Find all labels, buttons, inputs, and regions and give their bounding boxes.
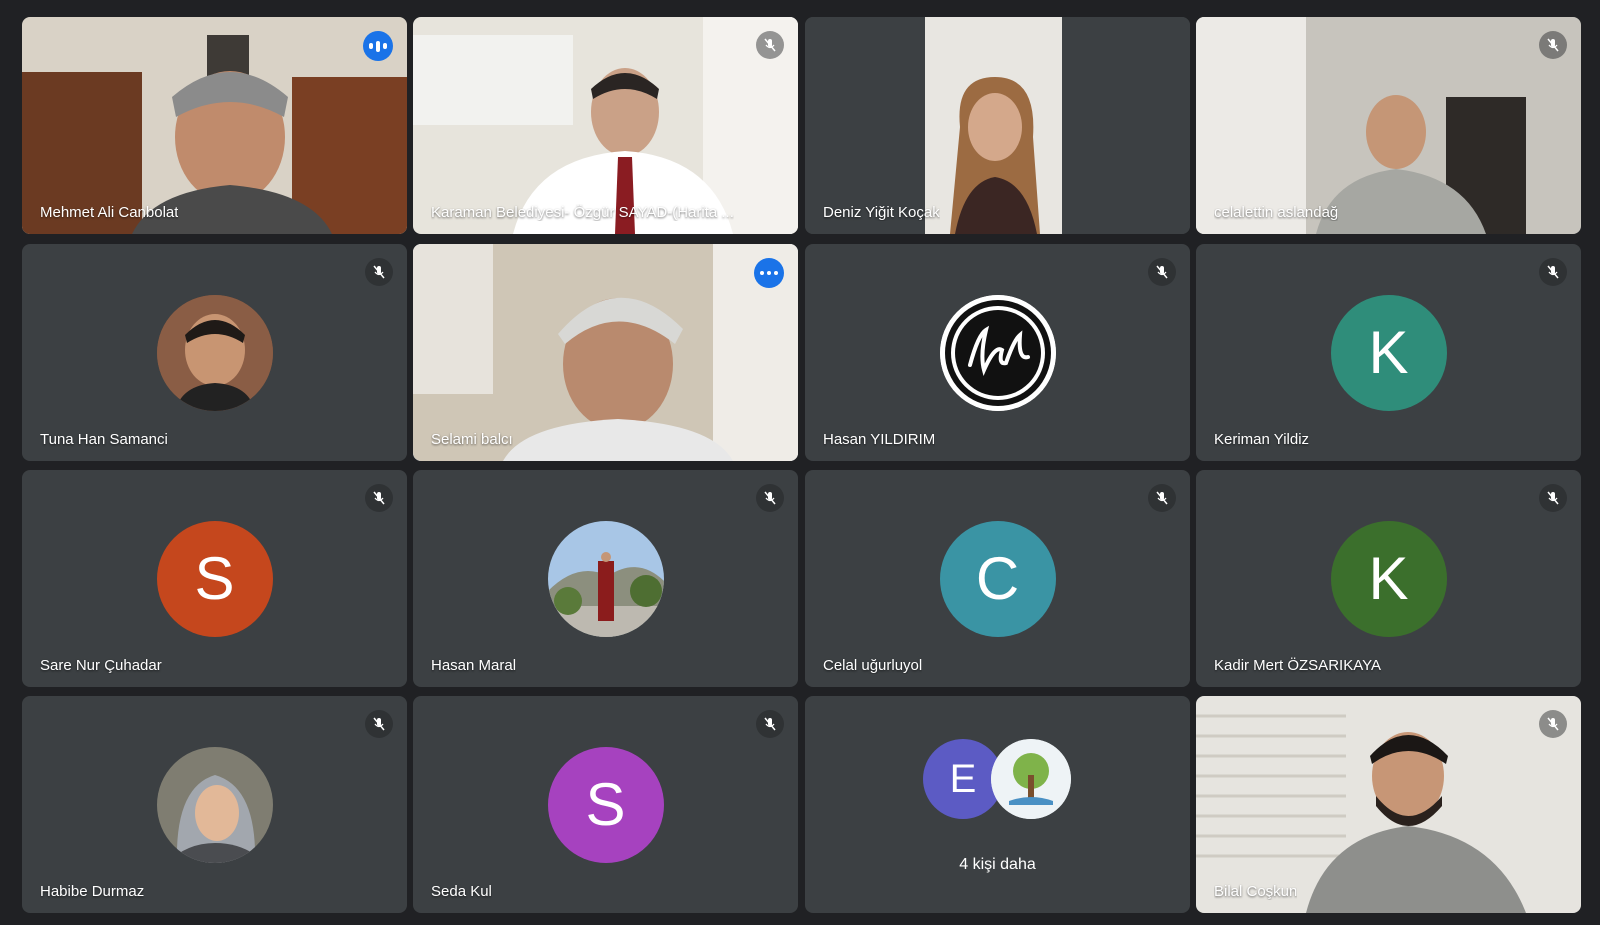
participant-photo-avatar	[547, 520, 664, 637]
muted-mic-icon	[1539, 258, 1567, 286]
participant-initial-avatar: K	[1330, 294, 1447, 411]
muted-mic-icon	[756, 710, 784, 738]
participant-grid: Mehmet Ali Canbolat Karaman Belediyesi- …	[0, 0, 1600, 925]
participant-initial-avatar: C	[939, 520, 1056, 637]
muted-mic-icon	[756, 484, 784, 512]
participant-name: Selami balcı	[431, 431, 513, 448]
participant-initial-avatar: S	[547, 746, 664, 863]
participant-tile[interactable]: S Sare Nur Çuhadar	[22, 470, 407, 687]
participant-name: celalettin aslandağ	[1214, 204, 1339, 221]
participant-video	[1196, 17, 1581, 234]
participant-tile[interactable]: K Kadir Mert ÖZSARIKAYA	[1196, 470, 1581, 687]
participant-tile[interactable]: S Seda Kul	[413, 696, 798, 913]
participant-name: Deniz Yiğit Koçak	[823, 204, 940, 221]
participant-name: Keriman Yildiz	[1214, 431, 1310, 448]
participant-name: Habibe Durmaz	[40, 883, 145, 900]
participant-tile[interactable]: Karaman Belediyesi- Özgür SAYAD-(Harita …	[413, 17, 798, 234]
others-count-label: 4 kişi daha	[959, 856, 1036, 873]
participant-tile[interactable]: Tuna Han Samanci	[22, 244, 407, 461]
participant-video	[1196, 696, 1581, 913]
muted-mic-icon	[365, 710, 393, 738]
participant-name: Tuna Han Samanci	[40, 431, 168, 448]
more-options-icon[interactable]	[754, 258, 784, 288]
participant-name: Hasan Maral	[431, 657, 517, 674]
muted-mic-icon	[1539, 484, 1567, 512]
participant-photo-avatar	[156, 746, 273, 863]
participant-tile[interactable]: Deniz Yiğit Koçak	[805, 17, 1190, 234]
participant-initial-avatar: S	[156, 520, 273, 637]
others-tile[interactable]: E 4 kişi daha	[805, 696, 1190, 913]
muted-mic-icon	[756, 31, 784, 59]
participant-tile[interactable]: Mehmet Ali Canbolat	[22, 17, 407, 234]
participant-tile[interactable]: K Keriman Yildiz	[1196, 244, 1581, 461]
participant-name: Kadir Mert ÖZSARIKAYA	[1214, 657, 1381, 674]
muted-mic-icon	[365, 258, 393, 286]
participant-tile[interactable]: C Celal uğurluyol	[805, 470, 1190, 687]
participant-name: Karaman Belediyesi- Özgür SAYAD-(Harita …	[431, 204, 734, 221]
muted-mic-icon	[1539, 31, 1567, 59]
participant-video	[22, 17, 407, 234]
participant-name: Bilal Coşkun	[1214, 883, 1298, 900]
participant-name: Mehmet Ali Canbolat	[40, 204, 179, 221]
participant-tile[interactable]: Habibe Durmaz	[22, 696, 407, 913]
participant-name: Sare Nur Çuhadar	[40, 657, 162, 674]
participant-photo-avatar	[156, 294, 273, 411]
muted-mic-icon	[365, 484, 393, 512]
participant-name: Celal uğurluyol	[823, 657, 923, 674]
speaking-indicator-icon	[363, 31, 393, 61]
participant-tile-active[interactable]: Selami balcı	[413, 244, 798, 461]
participant-name: Hasan YILDIRIM	[823, 431, 936, 448]
participant-video	[413, 17, 798, 234]
participant-tile[interactable]: celalettin aslandağ	[1196, 17, 1581, 234]
participant-tile[interactable]: Hasan Maral	[413, 470, 798, 687]
participant-video	[805, 17, 1190, 234]
participant-video	[413, 244, 798, 461]
participant-tile[interactable]: Hasan YILDIRIM	[805, 244, 1190, 461]
others-photo-avatar	[991, 739, 1071, 819]
muted-mic-icon	[1539, 710, 1567, 738]
muted-mic-icon	[1148, 258, 1176, 286]
participant-initial-avatar: K	[1330, 520, 1447, 637]
participant-tile[interactable]: Bilal Coşkun	[1196, 696, 1581, 913]
muted-mic-icon	[1148, 484, 1176, 512]
participant-logo-avatar	[939, 294, 1056, 411]
participant-name: Seda Kul	[431, 883, 492, 900]
